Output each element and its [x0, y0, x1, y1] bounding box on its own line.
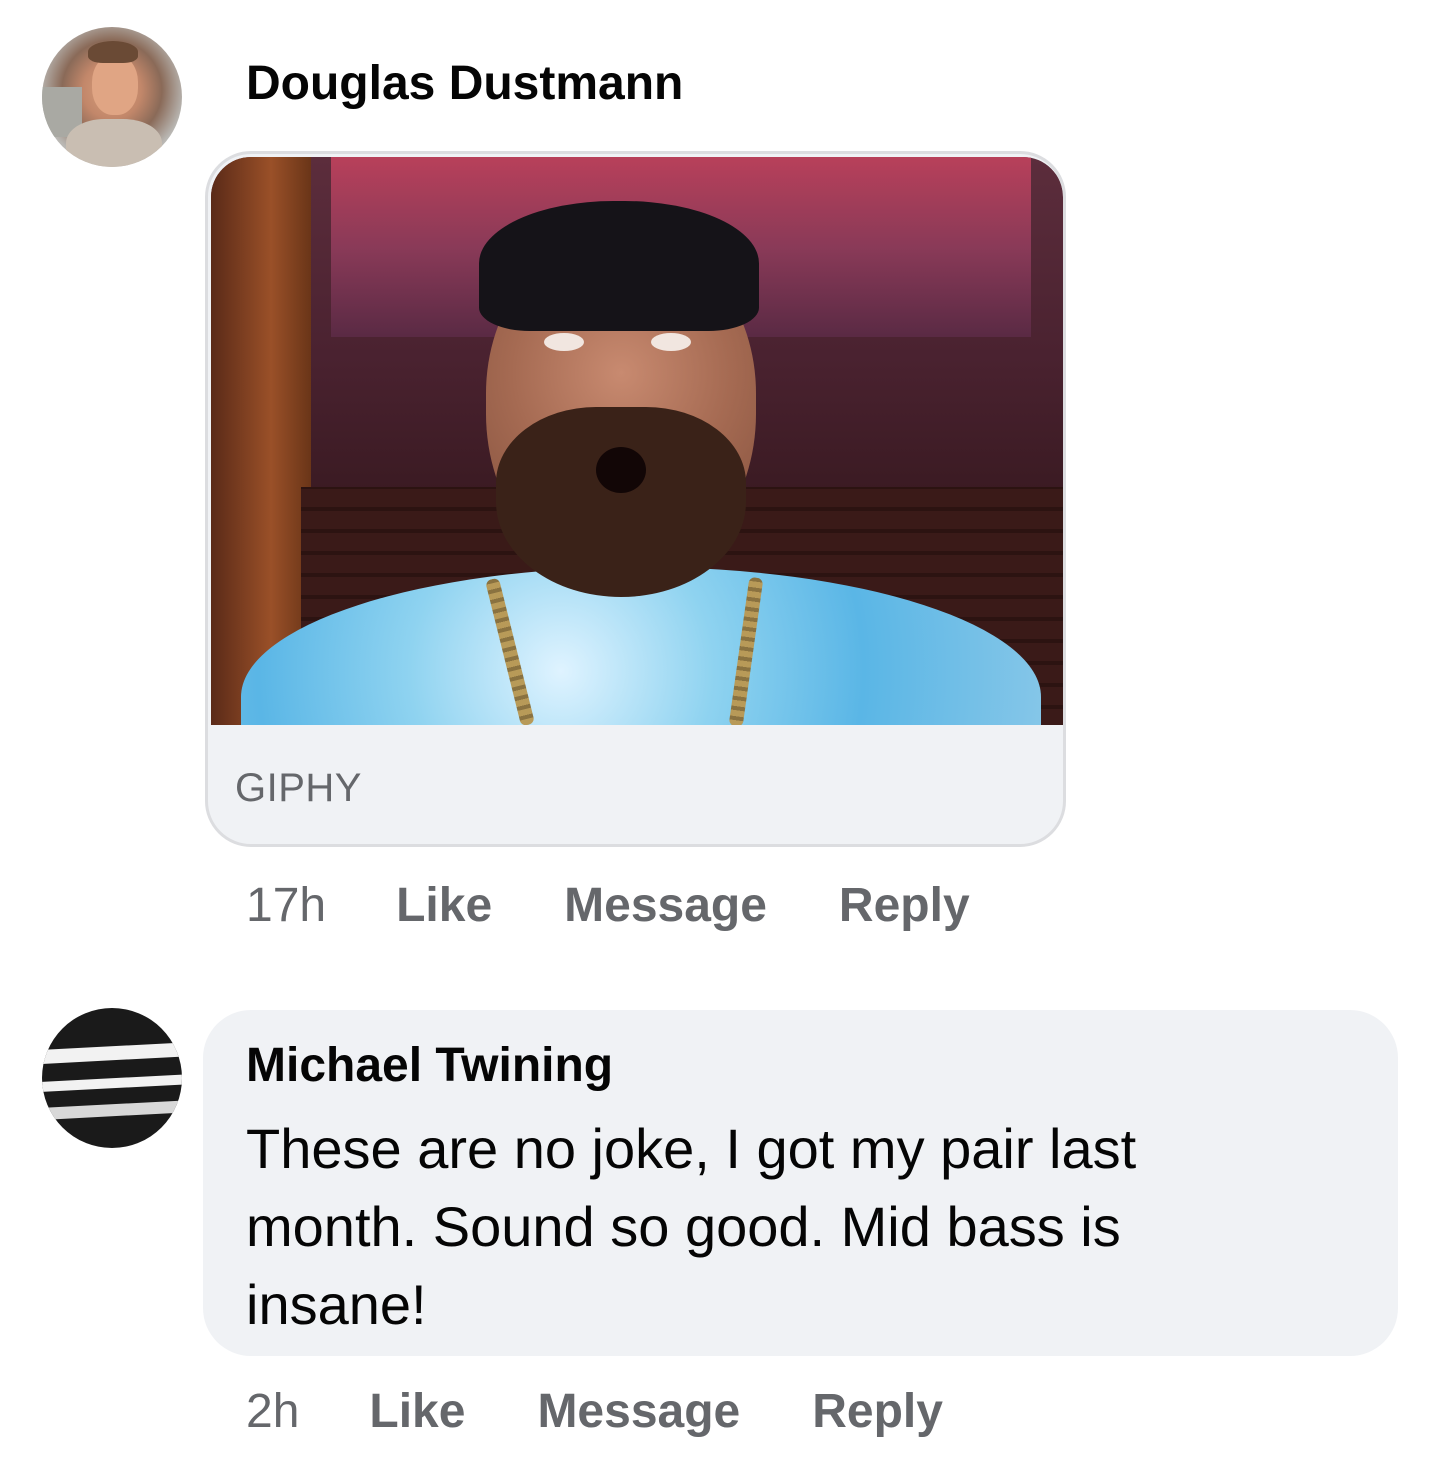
comments-thread: Douglas Dustmann GIPHY 17h Like Message … — [0, 0, 1440, 1463]
comment-author-name[interactable]: Michael Twining — [246, 1038, 613, 1094]
avatar[interactable] — [42, 1008, 182, 1148]
message-button[interactable]: Message — [564, 878, 767, 934]
comment-bubble: Michael Twining These are no joke, I got… — [203, 1010, 1398, 1356]
comment-timestamp[interactable]: 2h — [246, 1384, 299, 1440]
comment-actions: 2h Like Message Reply — [246, 1384, 943, 1440]
reply-button[interactable]: Reply — [812, 1384, 943, 1440]
comment-text: These are no joke, I got my pair last mo… — [246, 1117, 1137, 1336]
gif-source-label[interactable]: GIPHY — [235, 764, 362, 812]
like-button[interactable]: Like — [396, 878, 492, 934]
comment-author-name[interactable]: Douglas Dustmann — [246, 56, 683, 112]
comment-actions: 17h Like Message Reply — [246, 878, 970, 934]
like-button[interactable]: Like — [369, 1384, 465, 1440]
avatar[interactable] — [42, 27, 182, 167]
reply-button[interactable]: Reply — [839, 878, 970, 934]
comment-timestamp[interactable]: 17h — [246, 878, 326, 934]
gif-image[interactable] — [211, 157, 1063, 725]
gif-attachment[interactable]: GIPHY — [205, 151, 1066, 847]
message-button[interactable]: Message — [537, 1384, 740, 1440]
